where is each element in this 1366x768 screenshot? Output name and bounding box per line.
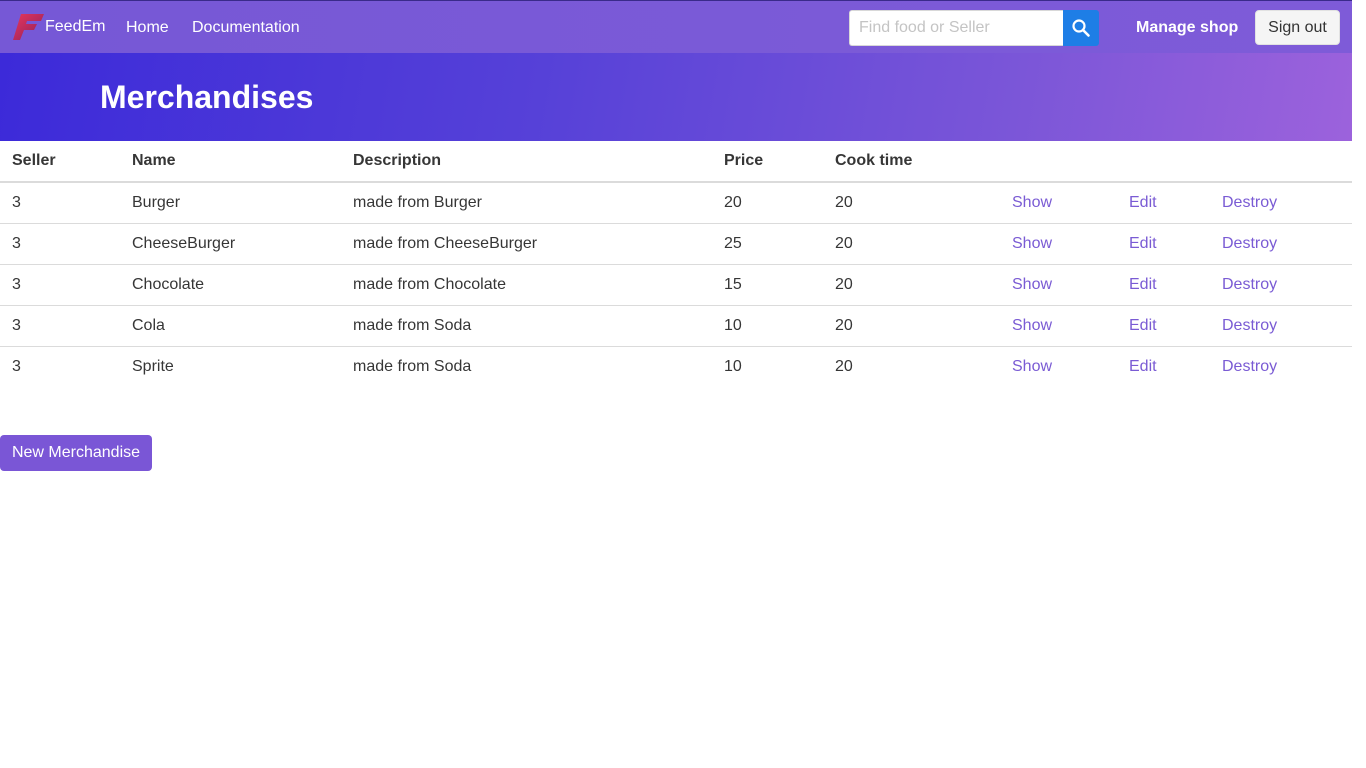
column-header-price: Price [712,141,823,183]
nav-documentation-link[interactable]: Documentation [192,18,300,38]
table-row: 3 Cola made from Soda 10 20 Show Edit De… [0,305,1352,347]
destroy-link[interactable]: Destroy [1222,276,1277,293]
cell-description: made from Burger [341,182,712,224]
table-row: 3 Sprite made from Soda 10 20 Show Edit … [0,346,1352,387]
column-header-blank [1210,141,1352,183]
cell-name: Burger [120,182,341,224]
destroy-link[interactable]: Destroy [1222,317,1277,334]
cell-name: CheeseBurger [120,223,341,265]
search-icon [1072,19,1090,37]
merchandise-table-container: Seller Name Description Price Cook time … [0,141,1352,387]
cell-cook-time: 20 [823,305,1000,347]
feedem-logo-icon [13,14,44,40]
cell-description: made from Chocolate [341,264,712,306]
sign-out-button[interactable]: Sign out [1255,10,1340,45]
brand-link[interactable]: FeedEm [12,12,105,42]
destroy-link[interactable]: Destroy [1222,358,1277,375]
page-header-banner: Merchandises [0,53,1352,141]
brand-name: FeedEm [45,18,106,35]
cell-cook-time: 20 [835,357,853,375]
top-navbar: FeedEm Home Documentation Manage shop Si… [0,0,1352,53]
column-header-blank [1000,141,1117,183]
cell-seller: 3 [0,264,120,306]
table-row: 3 CheeseBurger made from CheeseBurger 25… [0,223,1352,265]
cell-name: Chocolate [120,264,341,306]
cell-price: 10 [724,357,742,375]
cell-seller: 3 [0,305,120,347]
show-link[interactable]: Show [1012,235,1052,252]
show-link[interactable]: Show [1012,276,1052,293]
cell-description: made from Soda [341,305,712,347]
cell-cook-time: 20 [823,182,1000,224]
cell-price: 20 [712,182,823,224]
page-title: Merchandises [100,79,314,115]
column-header-seller: Seller [0,141,120,183]
edit-link[interactable]: Edit [1129,235,1157,252]
cell-description: made from CheeseBurger [341,223,712,265]
column-header-description: Description [341,141,712,183]
search-form [849,10,1099,46]
edit-link[interactable]: Edit [1129,358,1157,375]
manage-shop-link[interactable]: Manage shop [1136,18,1238,38]
column-header-name: Name [120,141,341,183]
cell-cook-time: 20 [823,264,1000,306]
new-merchandise-button[interactable]: New Merchandise [0,435,152,471]
table-row: 3 Chocolate made from Chocolate 15 20 Sh… [0,264,1352,306]
edit-link[interactable]: Edit [1129,276,1157,293]
search-button[interactable] [1063,10,1099,46]
column-header-blank [1117,141,1210,183]
show-link[interactable]: Show [1012,194,1052,211]
edit-link[interactable]: Edit [1129,194,1157,211]
cell-seller: 3 [0,223,120,265]
destroy-link[interactable]: Destroy [1222,235,1277,252]
show-link[interactable]: Show [1012,317,1052,334]
cell-seller: 3 [12,357,21,375]
cell-name: Cola [120,305,341,347]
cell-price: 25 [712,223,823,265]
table-header-row: Seller Name Description Price Cook time [0,141,1352,183]
destroy-link[interactable]: Destroy [1222,194,1277,211]
show-link[interactable]: Show [1012,358,1052,375]
cell-cook-time: 20 [823,223,1000,265]
cell-name: Sprite [132,357,174,375]
table-row: 3 Burger made from Burger 20 20 Show Edi… [0,182,1352,224]
merchandise-table: Seller Name Description Price Cook time … [0,141,1352,387]
edit-link[interactable]: Edit [1129,317,1157,334]
cell-description: made from Soda [353,357,472,375]
cell-price: 10 [712,305,823,347]
cell-seller: 3 [0,182,120,224]
search-input[interactable] [849,10,1063,46]
column-header-cook-time: Cook time [823,141,1000,183]
nav-home-link[interactable]: Home [126,18,169,38]
cell-price: 15 [712,264,823,306]
